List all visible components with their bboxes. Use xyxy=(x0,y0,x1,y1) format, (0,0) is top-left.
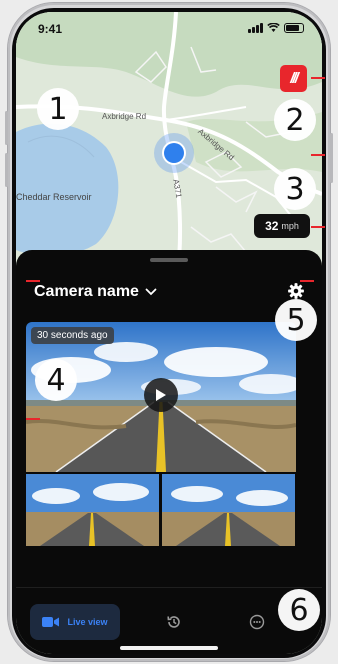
camera-icon xyxy=(42,617,60,627)
video-frame xyxy=(26,474,159,546)
camera-selector[interactable]: Camera name xyxy=(34,283,157,301)
play-button[interactable] xyxy=(144,378,178,412)
brand-logo-button[interactable]: /// xyxy=(280,65,307,92)
volume-up-button xyxy=(5,111,8,145)
secondary-video-feed[interactable] xyxy=(162,474,295,546)
cellular-signal-icon xyxy=(248,23,263,33)
status-time: 9:41 xyxy=(38,22,63,36)
secondary-video-feed[interactable] xyxy=(26,474,159,546)
callout-4: 4 xyxy=(35,359,77,401)
battery-icon xyxy=(284,23,304,33)
gear-icon[interactable] xyxy=(287,282,305,300)
map-road-label: Axbridge Rd xyxy=(102,112,147,121)
callout-5: 5 xyxy=(275,299,317,341)
status-bar: 9:41 xyxy=(16,12,322,42)
chevron-down-icon xyxy=(145,288,157,296)
play-icon xyxy=(156,389,166,401)
wifi-icon xyxy=(267,23,280,32)
callout-marker xyxy=(300,280,314,282)
callout-6: 6 xyxy=(278,589,320,631)
speed-indicator: 32 mph xyxy=(254,214,310,238)
location-dot-icon xyxy=(154,133,194,173)
volume-down-button xyxy=(5,153,8,187)
callout-marker xyxy=(311,226,325,228)
camera-name: Camera name xyxy=(34,283,139,300)
speed-value: 32 xyxy=(265,219,279,233)
video-timestamp: 30 seconds ago xyxy=(31,327,114,344)
callout-1: 1 xyxy=(37,88,79,130)
home-indicator xyxy=(120,646,218,650)
tab-live-view-label: Live view xyxy=(67,617,108,627)
video-frame xyxy=(162,474,295,546)
callout-marker xyxy=(311,77,325,79)
more-icon[interactable] xyxy=(249,614,265,630)
drag-handle[interactable] xyxy=(150,258,188,262)
tab-live-view[interactable]: Live view xyxy=(30,604,120,640)
history-icon[interactable] xyxy=(166,614,182,630)
speed-unit: mph xyxy=(281,221,299,231)
callout-marker xyxy=(26,280,40,282)
map-view[interactable]: Axbridge Rd Axbridge Rd A371 Cheddar Res… xyxy=(16,12,322,273)
power-button xyxy=(330,133,333,183)
callout-marker xyxy=(26,418,40,420)
callout-marker xyxy=(311,154,325,156)
bottom-navigation: Live view xyxy=(16,587,322,654)
callout-2: 2 xyxy=(274,99,316,141)
callout-3: 3 xyxy=(274,168,316,210)
status-icons xyxy=(248,23,304,33)
map-water-label: Cheddar Reservoir xyxy=(16,192,92,202)
